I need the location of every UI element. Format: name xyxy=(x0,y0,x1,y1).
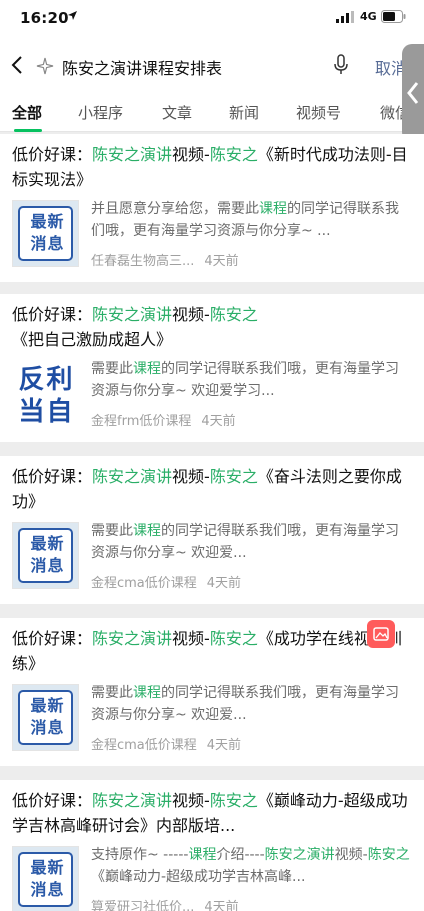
result-card[interactable]: 低价好课：陈安之演讲视频-陈安之《成功学在线视频训练》 最新 消息 需要此课程的… xyxy=(0,618,424,766)
result-source[interactable]: 金程cma低价课程 xyxy=(91,576,197,591)
result-title[interactable]: 低价好课：陈安之演讲视频-陈安之《巅峰动力-超级成功学吉林高峰研讨会》内部版培.… xyxy=(12,788,412,838)
result-time: 4天前 xyxy=(201,414,236,429)
microphone-icon[interactable] xyxy=(333,54,349,76)
result-meta: 任春磊生物高三... 4天前 xyxy=(91,250,239,269)
result-card[interactable]: 低价好课：陈安之演讲视频-陈安之《把自己激励成超人》 反利 当自 需要此课程的同… xyxy=(0,294,424,442)
result-snippet: 支持原作~ -----课程介绍----陈安之演讲视频-陈安之《巅峰动力-超级成功… xyxy=(91,847,410,885)
status-time: 16:20 xyxy=(20,9,69,27)
tab-news[interactable]: 新闻 xyxy=(229,102,259,123)
result-card[interactable]: 低价好课：陈安之演讲视频-陈安之《巅峰动力-超级成功学吉林高峰研讨会》内部版培.… xyxy=(0,780,424,911)
result-title[interactable]: 低价好课：陈安之演讲视频-陈安之《新时代成功法则-目标实现法》 xyxy=(12,142,412,192)
result-title[interactable]: 低价好课：陈安之演讲视频-陈安之《奋斗法则之要你成功》 xyxy=(12,464,412,514)
result-source[interactable]: 算爱研习社低价... xyxy=(91,900,194,911)
result-thumbnail: 最新 消息 xyxy=(12,684,79,751)
chevron-left-icon xyxy=(407,82,419,104)
result-source[interactable]: 任春磊生物高三... xyxy=(91,254,194,269)
result-thumbnail: 最新 消息 xyxy=(12,200,79,267)
search-bar: 陈安之演讲课程安排表 取消 xyxy=(0,36,424,92)
result-time: 4天前 xyxy=(206,738,242,753)
tab-all[interactable]: 全部 xyxy=(12,102,42,123)
back-arrow-icon[interactable] xyxy=(8,54,28,76)
sparkle-icon xyxy=(36,57,54,75)
result-snippet: 并且愿意分享给您，需要此课程的同学记得联系我们哦，更有海量学习资源与你分享~ .… xyxy=(91,201,399,239)
result-card[interactable]: 低价好课：陈安之演讲视频-陈安之《新时代成功法则-目标实现法》 最新 消息 并且… xyxy=(0,134,424,282)
result-source[interactable]: 金程frm低价课程 xyxy=(91,414,191,429)
battery-icon xyxy=(381,10,406,23)
search-input[interactable]: 陈安之演讲课程安排表 xyxy=(62,55,222,79)
result-thumbnail: 最新 消息 xyxy=(12,522,79,589)
result-title[interactable]: 低价好课：陈安之演讲视频-陈安之《成功学在线视频训练》 xyxy=(12,626,412,676)
result-thumbnail: 反利 当自 xyxy=(12,360,79,427)
result-snippet: 需要此课程的同学记得联系我们哦，更有海量学习资源与你分享~ 欢迎爱... xyxy=(91,523,399,561)
location-arrow-icon xyxy=(68,11,77,20)
result-thumbnail: 最新 消息 xyxy=(12,846,79,911)
tab-articles[interactable]: 文章 xyxy=(162,102,192,123)
active-tab-indicator xyxy=(14,129,42,132)
tab-channels[interactable]: 视频号 xyxy=(296,102,341,123)
signal-icon xyxy=(336,11,354,23)
image-icon xyxy=(373,627,389,641)
result-snippet: 需要此课程的同学记得联系我们哦，更有海量学习资源与你分享~ 欢迎爱学习... xyxy=(91,361,399,399)
result-meta: 金程cma低价课程 4天前 xyxy=(91,734,241,753)
side-panel-handle[interactable] xyxy=(402,44,424,142)
category-tabs: 全部 小程序 文章 新闻 视频号 微信 xyxy=(0,92,424,132)
result-time: 4天前 xyxy=(204,900,239,911)
floating-float-icon[interactable] xyxy=(367,620,395,648)
status-bar: 16:20 4G xyxy=(0,0,424,36)
result-title[interactable]: 低价好课：陈安之演讲视频-陈安之《把自己激励成超人》 xyxy=(12,302,412,352)
result-time: 4天前 xyxy=(204,254,239,269)
result-meta: 算爱研习社低价... 4天前 xyxy=(91,896,239,911)
result-meta: 金程cma低价课程 4天前 xyxy=(91,572,241,591)
result-source[interactable]: 金程cma低价课程 xyxy=(91,738,197,753)
result-card[interactable]: 低价好课：陈安之演讲视频-陈安之《奋斗法则之要你成功》 最新 消息 需要此课程的… xyxy=(0,456,424,604)
result-snippet: 需要此课程的同学记得联系我们哦，更有海量学习资源与你分享~ 欢迎爱... xyxy=(91,685,399,723)
network-type: 4G xyxy=(360,10,377,23)
tab-mini-programs[interactable]: 小程序 xyxy=(78,102,123,123)
result-meta: 金程frm低价课程 4天前 xyxy=(91,410,236,429)
result-time: 4天前 xyxy=(206,576,242,591)
